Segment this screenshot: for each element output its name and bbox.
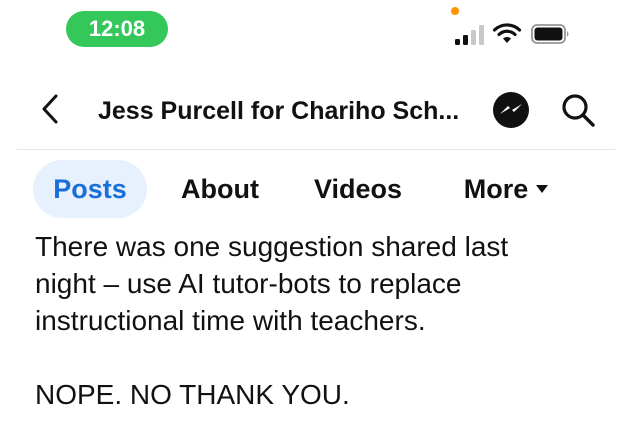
post-line: There was one suggestion shared last — [35, 231, 509, 262]
tab-videos[interactable]: Videos — [302, 160, 414, 218]
search-icon[interactable] — [558, 90, 598, 130]
page-header: Jess Purcell for Chariho Sch... — [0, 78, 620, 144]
status-time: 12:08 — [66, 11, 168, 47]
caret-down-icon — [536, 185, 549, 193]
privacy-indicator-dot — [451, 7, 459, 15]
post-line: instructional time with teachers. — [35, 305, 426, 336]
battery-icon — [531, 24, 569, 44]
post-closing-line: NOPE. NO THANK YOU. — [35, 379, 350, 410]
page-title: Jess Purcell for Chariho Sch... — [98, 97, 460, 125]
tab-about[interactable]: About — [170, 160, 270, 218]
wifi-icon — [492, 23, 522, 43]
tab-more[interactable]: More — [446, 160, 566, 218]
post-line: night – use AI tutor-bots to replace — [35, 268, 462, 299]
profile-tabs: Posts About Videos More — [0, 160, 620, 218]
back-chevron-icon[interactable] — [36, 92, 64, 126]
header-divider — [17, 149, 615, 150]
cellular-signal-icon — [455, 25, 484, 45]
status-bar: 12:08 — [0, 0, 620, 60]
tab-more-label: More — [463, 173, 529, 204]
tab-posts[interactable]: Posts — [33, 160, 147, 218]
messenger-icon[interactable] — [491, 90, 531, 130]
post-text: There was one suggestion shared last nig… — [35, 228, 595, 413]
